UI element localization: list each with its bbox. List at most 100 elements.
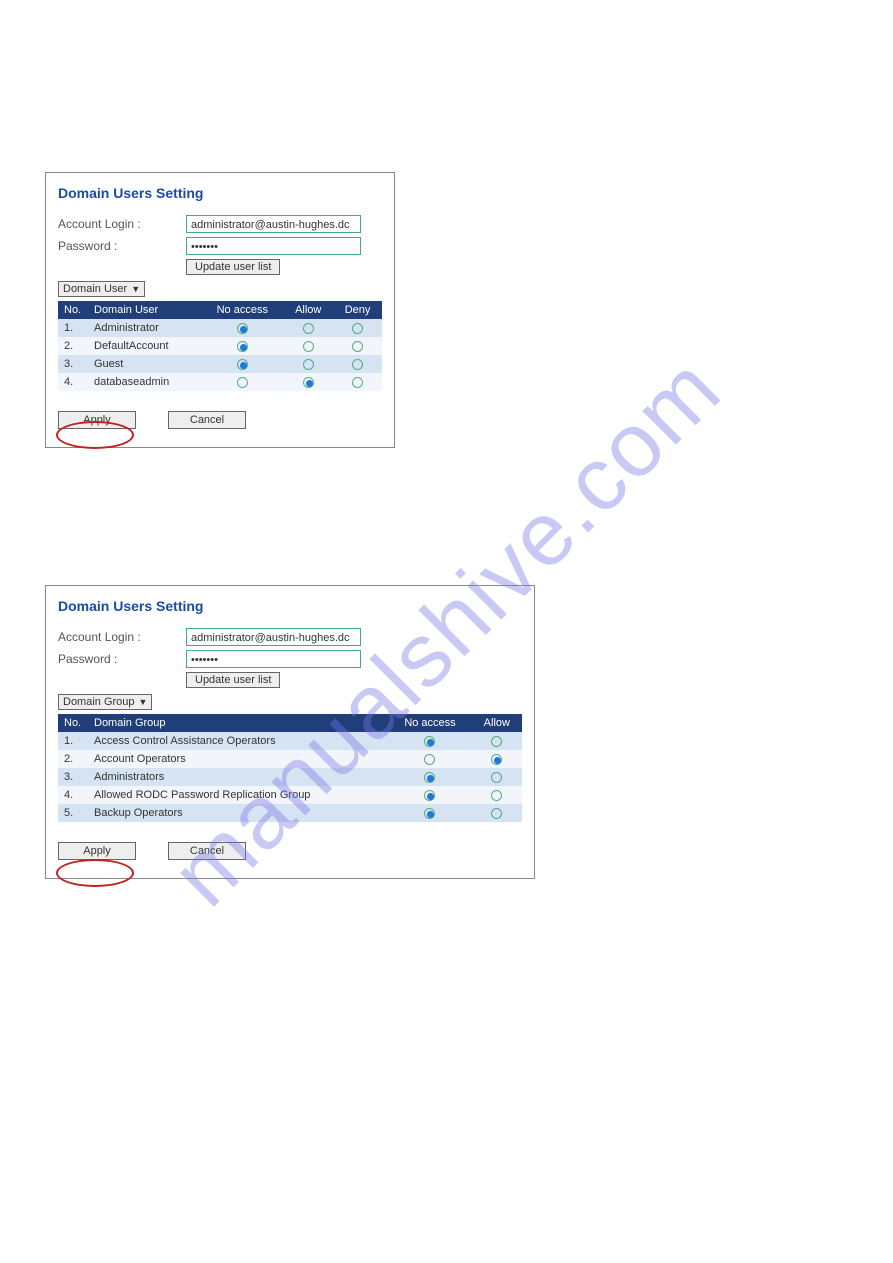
cell-radio xyxy=(333,319,382,337)
radio-option[interactable] xyxy=(491,790,502,801)
cell-radio xyxy=(333,355,382,373)
cell-radio xyxy=(283,337,333,355)
domain-group-panel: Domain Users Setting Account Login : adm… xyxy=(45,585,535,879)
radio-option[interactable] xyxy=(303,341,314,352)
th-name: Domain User xyxy=(88,301,201,319)
cell-radio xyxy=(472,768,522,786)
th-allow: Allow xyxy=(472,714,522,732)
cell-no: 1. xyxy=(58,319,88,337)
filter-select-value: Domain User xyxy=(63,283,127,295)
radio-option[interactable] xyxy=(491,754,502,765)
cancel-button[interactable]: Cancel xyxy=(168,411,246,429)
cell-name: DefaultAccount xyxy=(88,337,201,355)
cell-radio xyxy=(472,750,522,768)
cancel-button[interactable]: Cancel xyxy=(168,842,246,860)
radio-option[interactable] xyxy=(303,323,314,334)
cell-name: Administrator xyxy=(88,319,201,337)
radio-option[interactable] xyxy=(303,377,314,388)
table-row: 5.Backup Operators xyxy=(58,804,522,822)
account-login-input[interactable]: administrator@austin-hughes.dc xyxy=(186,215,361,233)
radio-option[interactable] xyxy=(303,359,314,370)
cell-no: 3. xyxy=(58,355,88,373)
account-login-label: Account Login : xyxy=(58,630,186,644)
table-row: 3.Administrators xyxy=(58,768,522,786)
apply-button[interactable]: Apply xyxy=(58,411,136,429)
chevron-down-icon: ▼ xyxy=(139,697,148,707)
cell-no: 5. xyxy=(58,804,88,822)
cell-radio xyxy=(201,373,283,391)
radio-option[interactable] xyxy=(237,323,248,334)
cell-no: 4. xyxy=(58,373,88,391)
radio-option[interactable] xyxy=(352,377,363,388)
radio-option[interactable] xyxy=(352,359,363,370)
cell-radio xyxy=(388,804,471,822)
radio-option[interactable] xyxy=(424,790,435,801)
cell-name: Guest xyxy=(88,355,201,373)
radio-option[interactable] xyxy=(491,772,502,783)
radio-option[interactable] xyxy=(237,377,248,388)
table-row: 2.DefaultAccount xyxy=(58,337,382,355)
cell-radio xyxy=(283,319,333,337)
radio-option[interactable] xyxy=(237,359,248,370)
cell-radio xyxy=(388,786,471,804)
cell-name: Access Control Assistance Operators xyxy=(88,732,388,750)
th-no: No. xyxy=(58,301,88,319)
cell-no: 3. xyxy=(58,768,88,786)
th-deny: Deny xyxy=(333,301,382,319)
radio-option[interactable] xyxy=(424,808,435,819)
cell-name: Allowed RODC Password Replication Group xyxy=(88,786,388,804)
cell-radio xyxy=(283,373,333,391)
radio-option[interactable] xyxy=(491,736,502,747)
cell-radio xyxy=(333,373,382,391)
table-row: 2.Account Operators xyxy=(58,750,522,768)
cell-no: 1. xyxy=(58,732,88,750)
account-login-input[interactable]: administrator@austin-hughes.dc xyxy=(186,628,361,646)
radio-option[interactable] xyxy=(352,341,363,352)
radio-option[interactable] xyxy=(491,808,502,819)
panel-title: Domain Users Setting xyxy=(58,598,522,614)
radio-option[interactable] xyxy=(424,736,435,747)
update-user-list-button[interactable]: Update user list xyxy=(186,672,280,688)
domain-user-panel: Domain Users Setting Account Login : adm… xyxy=(45,172,395,448)
filter-select[interactable]: Domain Group ▼ xyxy=(58,694,152,710)
radio-option[interactable] xyxy=(237,341,248,352)
update-user-list-button[interactable]: Update user list xyxy=(186,259,280,275)
cell-radio xyxy=(472,786,522,804)
cell-radio xyxy=(283,355,333,373)
apply-button[interactable]: Apply xyxy=(58,842,136,860)
filter-select[interactable]: Domain User ▼ xyxy=(58,281,145,297)
th-no: No. xyxy=(58,714,88,732)
th-noaccess: No access xyxy=(201,301,283,319)
cell-radio xyxy=(388,732,471,750)
account-login-label: Account Login : xyxy=(58,217,186,231)
table-row: 1.Access Control Assistance Operators xyxy=(58,732,522,750)
domain-group-table: No. Domain Group No access Allow 1.Acces… xyxy=(58,714,522,822)
cell-name: databaseadmin xyxy=(88,373,201,391)
table-row: 4.Allowed RODC Password Replication Grou… xyxy=(58,786,522,804)
password-row: Password : ••••••• xyxy=(58,237,382,255)
th-noaccess: No access xyxy=(388,714,471,732)
radio-option[interactable] xyxy=(424,772,435,783)
cell-name: Backup Operators xyxy=(88,804,388,822)
password-input[interactable]: ••••••• xyxy=(186,237,361,255)
table-row: 3.Guest xyxy=(58,355,382,373)
chevron-down-icon: ▼ xyxy=(131,284,140,294)
cell-radio xyxy=(388,768,471,786)
account-login-row: Account Login : administrator@austin-hug… xyxy=(58,628,522,646)
cell-radio xyxy=(201,319,283,337)
cell-radio xyxy=(472,804,522,822)
cell-radio xyxy=(472,732,522,750)
cell-no: 2. xyxy=(58,337,88,355)
cell-radio xyxy=(201,337,283,355)
radio-option[interactable] xyxy=(424,754,435,765)
th-allow: Allow xyxy=(283,301,333,319)
password-label: Password : xyxy=(58,239,186,253)
password-input[interactable]: ••••••• xyxy=(186,650,361,668)
account-login-row: Account Login : administrator@austin-hug… xyxy=(58,215,382,233)
cell-no: 2. xyxy=(58,750,88,768)
cell-radio xyxy=(201,355,283,373)
table-row: 4.databaseadmin xyxy=(58,373,382,391)
cell-no: 4. xyxy=(58,786,88,804)
th-name: Domain Group xyxy=(88,714,388,732)
radio-option[interactable] xyxy=(352,323,363,334)
